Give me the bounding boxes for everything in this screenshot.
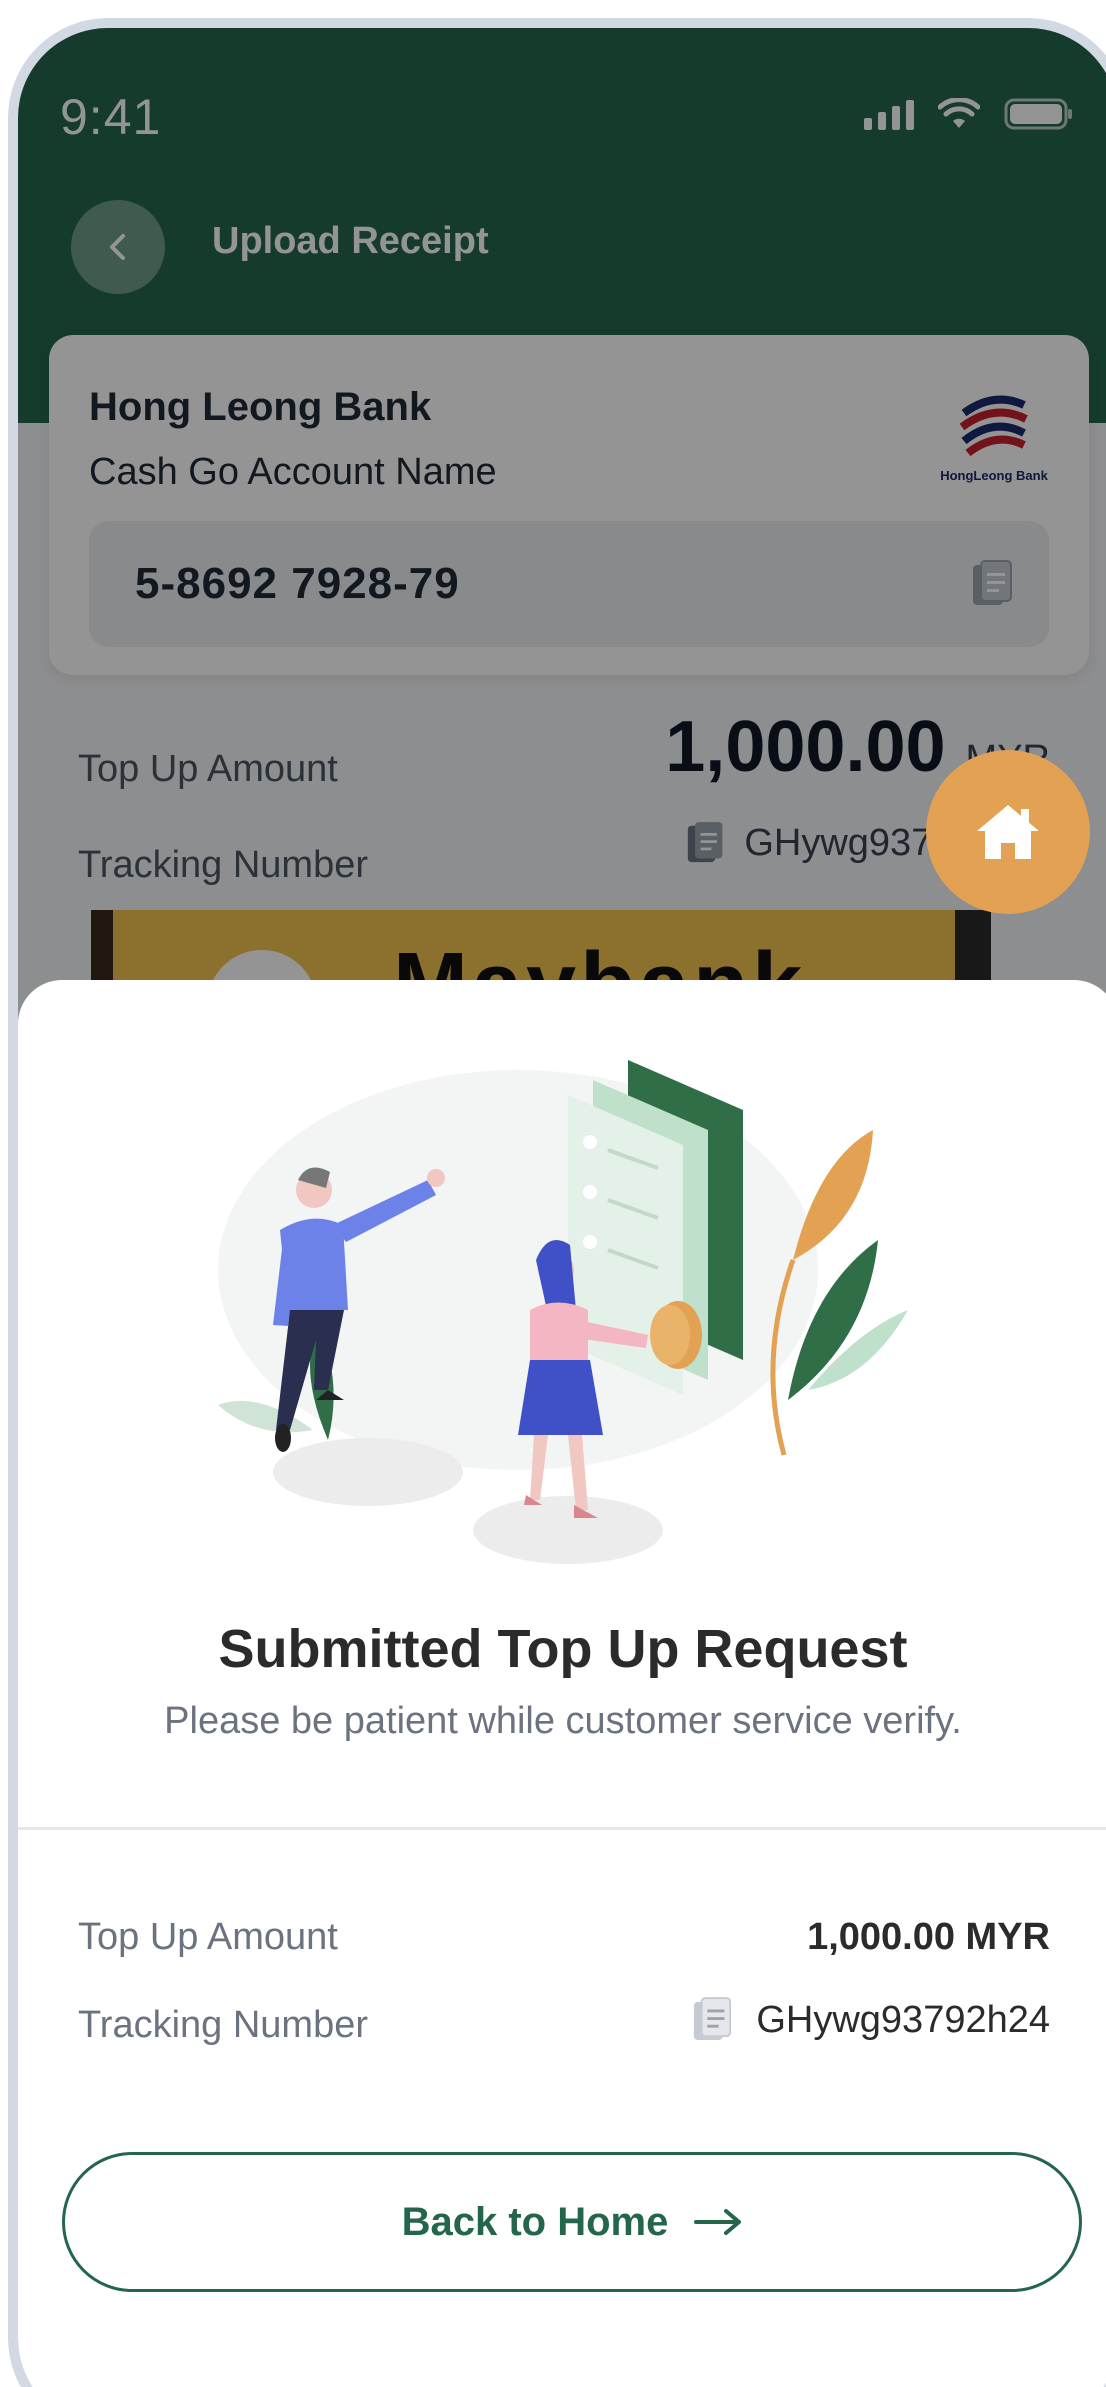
success-illustration — [218, 1060, 908, 1564]
amount-label: Top Up Amount — [78, 1916, 338, 1958]
arrow-right-icon — [694, 2209, 742, 2235]
home-fab-button[interactable] — [926, 750, 1090, 914]
back-to-home-label: Back to Home — [401, 2199, 669, 2244]
upload-receipt-screen: 9:41 Upload Receipt Hong Leong Bank Cash… — [18, 28, 1106, 2387]
tracking-value-row: GHywg93792h24 — [692, 1996, 1050, 2044]
home-icon — [977, 805, 1039, 859]
tracking-value: GHywg93792h24 — [756, 1998, 1050, 2041]
sheet-subtitle: Please be patient while customer service… — [164, 1700, 962, 1742]
phone-frame: 9:41 Upload Receipt Hong Leong Bank Cash… — [8, 18, 1106, 2387]
divider — [18, 1827, 1106, 1830]
tracking-label: Tracking Number — [78, 2004, 369, 2046]
success-bottom-sheet: Submitted Top Up Request Please be patie… — [18, 980, 1106, 2387]
sheet-title: Submitted Top Up Request — [218, 1619, 908, 1679]
copy-icon[interactable] — [692, 1996, 734, 2044]
amount-value: 1,000.00 MYR — [807, 1916, 1050, 1958]
back-to-home-button[interactable]: Back to Home — [62, 2152, 1082, 2292]
